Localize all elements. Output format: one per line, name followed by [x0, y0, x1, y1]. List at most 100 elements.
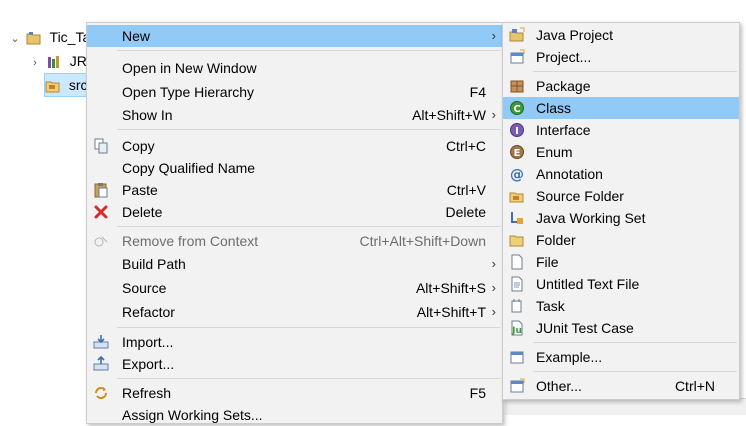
new-submenu: Java Project Project... Package C Class … — [502, 22, 740, 400]
enum-icon: E — [510, 145, 524, 159]
menu-item-open-type-hierarchy[interactable]: Open Type Hierarchy F4 — [87, 81, 502, 103]
menu-item-paste[interactable]: Paste Ctrl+V — [87, 179, 502, 201]
menu-item-label: Interface — [536, 122, 591, 138]
submenu-arrow-icon: › — [491, 107, 496, 122]
submenu-item-java-working-set[interactable]: Java Working Set — [503, 207, 739, 229]
menu-item-label: Copy Qualified Name — [122, 160, 256, 176]
bottom-tab-strip — [505, 398, 746, 415]
src-label: src — [68, 77, 88, 93]
submenu-item-interface[interactable]: I Interface — [503, 119, 739, 141]
menu-item-build-path[interactable]: Build Path › — [87, 253, 502, 275]
menu-item-source[interactable]: Source Alt+Shift+S › — [87, 277, 502, 299]
menu-item-label: Import... — [122, 334, 174, 350]
menu-item-import[interactable]: Import... — [87, 331, 502, 353]
menu-item-label: Refactor — [122, 304, 175, 320]
submenu-arrow-icon: › — [491, 28, 496, 43]
submenu-item-task[interactable]: Task — [503, 295, 739, 317]
submenu-item-package[interactable]: Package — [503, 75, 739, 97]
submenu-arrow-icon: › — [491, 304, 496, 319]
menu-item-label: Enum — [536, 144, 573, 160]
submenu-item-enum[interactable]: E Enum — [503, 141, 739, 163]
submenu-item-junit-test-case[interactable]: Ju JUnit Test Case — [503, 317, 739, 339]
menu-separator — [533, 342, 737, 343]
menu-item-label: Package — [536, 78, 591, 94]
menu-item-show-in[interactable]: Show In Alt+Shift+W › — [87, 104, 502, 126]
menu-separator — [117, 129, 500, 130]
submenu-item-other[interactable]: Other... Ctrl+N — [503, 375, 739, 397]
export-icon — [93, 356, 109, 371]
refresh-icon — [95, 387, 107, 399]
menu-item-shortcut: Ctrl+Alt+Shift+Down — [359, 233, 486, 249]
menu-item-shortcut: Alt+Shift+T — [416, 304, 486, 320]
menu-item-label: Open in New Window — [122, 60, 257, 76]
menu-item-label: Java Working Set — [536, 210, 646, 226]
submenu-arrow-icon: › — [491, 280, 496, 295]
menu-item-label: Assign Working Sets... — [122, 407, 263, 423]
menu-item-label: Delete — [122, 204, 163, 220]
menu-separator — [533, 71, 737, 72]
submenu-item-class[interactable]: C Class — [503, 97, 739, 119]
java-project-icon — [509, 27, 525, 42]
working-set-icon — [511, 212, 523, 224]
submenu-item-project[interactable]: Project... — [503, 46, 739, 68]
copy-icon — [94, 138, 108, 154]
menu-item-label: Build Path — [122, 256, 186, 272]
submenu-item-folder[interactable]: Folder — [503, 229, 739, 251]
junit-icon: Ju — [511, 320, 523, 336]
menu-item-delete[interactable]: Delete Delete — [87, 201, 502, 223]
svg-text:I: I — [515, 126, 519, 137]
menu-item-label: Export... — [122, 356, 175, 372]
submenu-item-untitled-text-file[interactable]: Untitled Text File — [503, 273, 739, 295]
menu-item-label: Class — [536, 100, 572, 116]
menu-item-label: JUnit Test Case — [536, 320, 634, 336]
menu-item-open-in-new-window[interactable]: Open in New Window — [87, 57, 502, 79]
package-icon — [510, 80, 524, 93]
menu-item-refactor[interactable]: Refactor Alt+Shift+T › — [87, 301, 502, 323]
menu-item-label: Untitled Text File — [536, 276, 640, 292]
menu-item-new[interactable]: New › — [87, 25, 502, 47]
menu-item-copy[interactable]: Copy Ctrl+C — [87, 135, 502, 157]
tree-item-project[interactable]: ⌄ Tic_Ta — [8, 26, 90, 48]
menu-separator — [533, 371, 737, 372]
submenu-item-file[interactable]: File — [503, 251, 739, 273]
menu-item-label: Other... — [536, 378, 582, 394]
menu-item-label: Java Project — [536, 27, 614, 43]
submenu-item-source-folder[interactable]: Source Folder — [503, 185, 739, 207]
menu-item-shortcut: Alt+Shift+W — [412, 107, 486, 123]
menu-item-label: Annotation — [536, 166, 603, 182]
menu-item-label: Open Type Hierarchy — [122, 84, 255, 100]
menu-item-shortcut: F4 — [469, 84, 486, 100]
submenu-item-java-project[interactable]: Java Project — [503, 24, 739, 46]
annotation-icon: @ — [510, 167, 524, 182]
svg-text:@: @ — [510, 167, 524, 182]
menu-item-label: Paste — [122, 182, 158, 198]
task-icon — [511, 299, 522, 313]
menu-item-shortcut: Ctrl+N — [674, 378, 715, 394]
menu-separator — [117, 327, 500, 328]
menu-item-shortcut: Ctrl+V — [446, 182, 486, 198]
other-icon — [510, 378, 525, 393]
menu-item-shortcut: Delete — [445, 204, 486, 220]
remove-context-icon — [94, 236, 108, 247]
submenu-item-example[interactable]: Example... — [503, 346, 739, 368]
collapse-chevron-icon[interactable]: › — [28, 52, 42, 74]
import-icon — [93, 335, 109, 349]
text-file-icon — [511, 276, 523, 292]
submenu-item-annotation[interactable]: @ Annotation — [503, 163, 739, 185]
menu-item-refresh[interactable]: Refresh F5 — [87, 382, 502, 404]
interface-icon: I — [510, 123, 524, 137]
project-icon — [510, 49, 525, 64]
project-label: Tic_Ta — [49, 29, 91, 45]
menu-item-assign-working-sets[interactable]: Assign Working Sets... — [87, 404, 502, 426]
menu-item-copy-qualified-name[interactable]: Copy Qualified Name — [87, 157, 502, 179]
java-project-icon — [26, 32, 41, 45]
menu-item-label: New — [122, 28, 151, 44]
paste-icon — [94, 183, 108, 198]
expand-chevron-icon[interactable]: ⌄ — [8, 28, 22, 50]
menu-item-label: Folder — [536, 232, 576, 248]
context-menu: New › Open in New Window Open Type Hiera… — [86, 22, 503, 424]
menu-item-export[interactable]: Export... — [87, 353, 502, 375]
menu-item-shortcut: F5 — [469, 385, 486, 401]
menu-separator — [117, 226, 500, 227]
source-folder-icon — [45, 81, 60, 93]
